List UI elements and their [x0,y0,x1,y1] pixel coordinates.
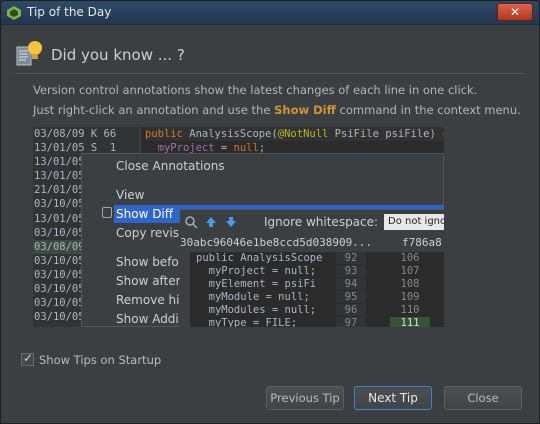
ignore-whitespace-select[interactable]: Do not igno [384,214,444,230]
code-editor: public AnalysisScope(@NotNull PsiFile ps… [145,127,444,155]
search-icon[interactable] [184,215,198,229]
diff-line: myType = FILE; 97 111 [190,317,444,327]
menu-item-show-before[interactable]: Show befo [116,253,179,271]
window-close-button[interactable]: ✕ [497,3,533,21]
revision-hash-left: 30abc96046e1be8ccd5d038909... [180,236,373,249]
window-title: Tip of the Day [27,5,112,19]
diff-line: myElement = psiFi 94 108 [196,278,420,290]
revision-hash-right: f786a8 [402,236,442,249]
diff-line: myModules = null; 96 110 [196,304,420,316]
show-tips-label: Show Tips on Startup [39,353,162,367]
diff-line: myProject = null; 93 107 [196,265,420,277]
menu-item-copy-revision[interactable]: Copy revis [116,224,179,242]
dialog-header: Did you know ... ? [15,37,515,73]
diff-content: public AnalysisScope 92 106 myProject = nu… [190,252,444,327]
lock-icon [102,207,112,218]
close-button[interactable]: Close [444,386,522,410]
tip-text-plain: Just right-click an annotation and use t… [33,103,275,117]
diff-line: public AnalysisScope 92 106 [196,252,420,264]
code-line: public AnalysisScope(@NotNull PsiFile ps… [145,127,444,142]
arrow-up-icon[interactable] [204,215,218,229]
arrow-down-icon[interactable] [224,215,238,229]
annotation-row: 03/08/09 K 66 [34,128,117,140]
header-title: Did you know ... ? [51,46,185,64]
app-logo-icon [7,6,21,20]
menu-item-view[interactable]: View [116,186,144,204]
tip-illustration: 03/08/09 K 66 13/01/05 S 1 13/01/05 S 13… [33,127,444,327]
header-divider [15,73,525,74]
menu-item-show-after[interactable]: Show after [116,272,181,290]
diff-popup: Ignore whitespace: Do not igno 30abc9604… [180,209,444,327]
checkmark-icon: ✓ [23,351,34,365]
menu-item-show-additional[interactable]: Show Addi [116,310,179,327]
tip-text-line-1: Version control annotations show the lat… [33,83,478,97]
next-tip-button[interactable]: Next Tip [354,386,432,410]
ignore-whitespace-label: Ignore whitespace: [264,215,379,229]
revision-hashes: 30abc96046e1be8ccd5d038909... f786a8 [180,236,444,252]
lightbulb-icon [16,41,42,66]
tip-of-the-day-dialog: Tip of the Day ✕ Did you know ... ? Vers… [0,0,540,424]
diff-toolbar: Ignore whitespace: Do not igno [180,210,444,234]
title-bar[interactable]: Tip of the Day ✕ [1,1,539,25]
previous-tip-button[interactable]: Previous Tip [266,386,344,410]
context-menu: Close Annotations View Show Diff Copy re… [81,153,444,327]
menu-item-close-annotations[interactable]: Close Annotations [116,157,225,175]
tip-text-line-2: Just right-click an annotation and use t… [33,103,521,117]
tip-text-plain-end: command in the context menu. [335,103,521,117]
diff-line: myModule = null; 95 109 [196,291,420,303]
show-tips-checkbox[interactable]: ✓ [21,351,34,366]
tip-highlight-show-diff: Show Diff [274,103,336,117]
menu-item-remove-highlight[interactable]: Remove hi [116,291,179,309]
